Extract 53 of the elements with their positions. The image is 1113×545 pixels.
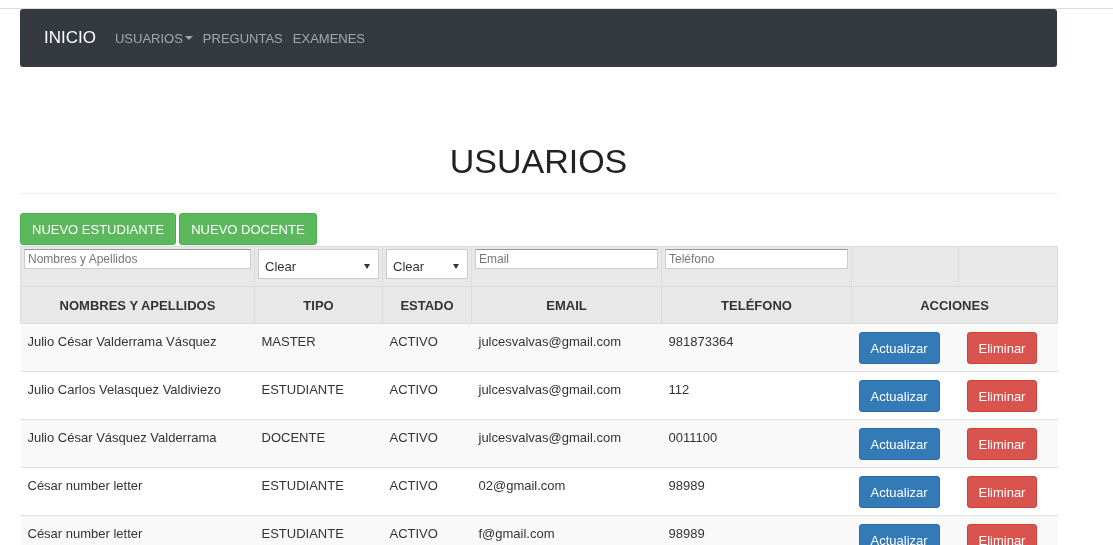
delete-button[interactable]: Eliminar [966, 380, 1038, 412]
table-cell: ESTUDIANTE [261, 382, 344, 397]
table-cell: ACTIVO [389, 526, 438, 541]
filter-field[interactable]: Teléfono [665, 249, 848, 269]
table-cell: julcesvalvas@gmail.com [478, 430, 622, 445]
filter-field[interactable]: Nombres y Apellidos [24, 249, 251, 269]
new-button[interactable]: NUEVO ESTUDIANTE [20, 213, 177, 245]
table-cell: César number letter [27, 526, 143, 541]
table-cell: f@gmail.com [478, 526, 555, 541]
filter-field[interactable]: Email [475, 249, 658, 269]
new-button[interactable]: NUEVO DOCENTE [179, 213, 317, 245]
nav-link[interactable]: PREGUNTAS [202, 30, 283, 46]
brand-link[interactable]: INICIO [44, 28, 96, 48]
table-cell: DOCENTE [261, 430, 326, 445]
table-cell: 0011100 [668, 430, 718, 445]
delete-button[interactable]: Eliminar [966, 428, 1038, 460]
page-title: USUARIOS [448, 141, 629, 181]
column-header: TELÉFONO [661, 286, 852, 324]
table-cell: ACTIVO [389, 334, 438, 349]
table-cell: Julio Carlos Velasquez Valdiviezo [27, 382, 221, 397]
delete-button[interactable]: Eliminar [966, 476, 1038, 508]
table-cell: 112 [668, 382, 690, 397]
update-button[interactable]: Actualizar [858, 428, 940, 460]
table-cell: ACTIVO [389, 430, 438, 445]
column-header: ACCIONES [851, 286, 1058, 324]
table-cell: César number letter [27, 478, 143, 493]
table-cell: 02@gmail.com [478, 478, 566, 493]
table-cell: 981873364 [668, 334, 734, 349]
update-button[interactable]: Actualizar [858, 476, 940, 508]
nav-link[interactable]: EXAMENES [292, 30, 366, 46]
nav-link[interactable]: USUARIOS [114, 30, 193, 46]
table-cell: ACTIVO [389, 382, 438, 397]
column-header: TIPO [254, 286, 383, 324]
table-cell: ESTUDIANTE [261, 478, 344, 493]
table-cell: 98989 [668, 526, 705, 541]
update-button[interactable]: Actualizar [858, 380, 940, 412]
column-header: ESTADO [382, 286, 472, 324]
update-button[interactable]: Actualizar [858, 524, 940, 545]
column-header: EMAIL [471, 286, 662, 324]
table-cell: julcesvalvas@gmail.com [478, 334, 622, 349]
table-cell: julcesvalvas@gmail.com [478, 382, 622, 397]
table-cell: 98989 [668, 478, 705, 493]
delete-button[interactable]: Eliminar [966, 524, 1038, 545]
filter-dropdown[interactable]: Clear [258, 249, 379, 279]
table-cell: ACTIVO [389, 478, 438, 493]
table-cell: MASTER [261, 334, 316, 349]
delete-button[interactable]: Eliminar [966, 332, 1038, 364]
table-cell: Julio César Vásquez Valderrama [27, 430, 217, 445]
table-cell: ESTUDIANTE [261, 526, 344, 541]
filter-dropdown[interactable]: Clear [386, 249, 468, 279]
column-header: NOMBRES Y APELLIDOS [20, 286, 255, 324]
table-cell: Julio César Valderrama Vásquez [27, 334, 217, 349]
update-button[interactable]: Actualizar [858, 332, 940, 364]
